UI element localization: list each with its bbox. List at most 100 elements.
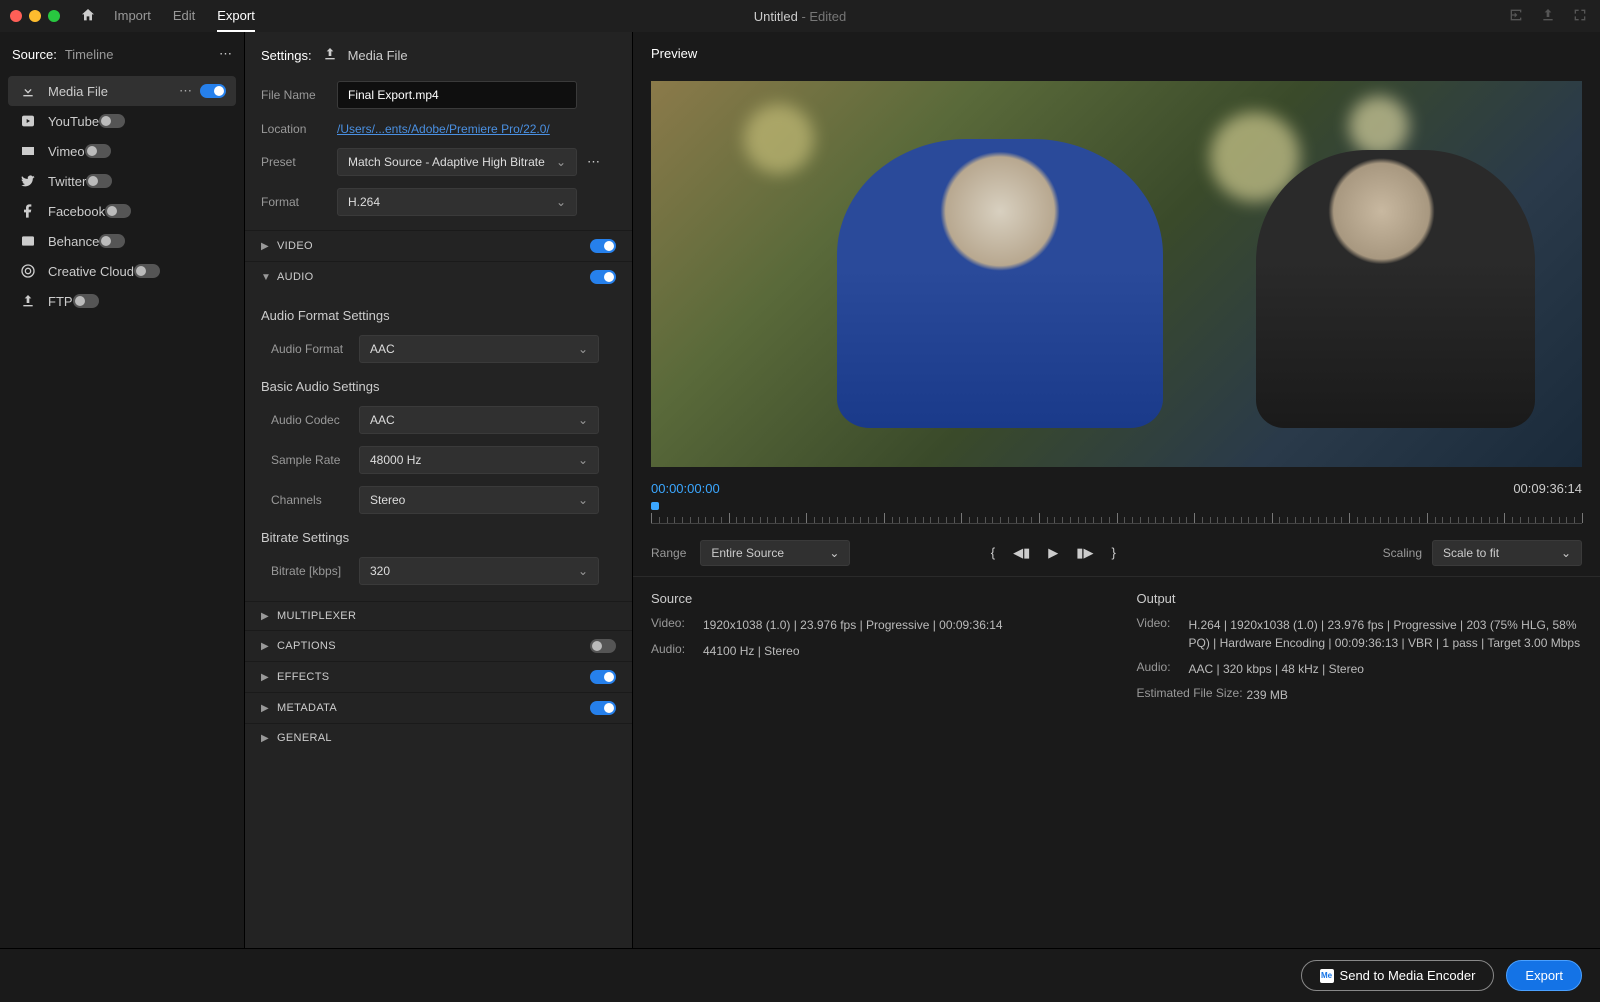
destination-toggle[interactable] [86,174,112,188]
destination-toggle[interactable] [85,144,111,158]
source-value[interactable]: Timeline [65,47,114,62]
estimated-size: 239 MB [1247,686,1583,704]
preview-header: Preview [633,32,1600,71]
chevron-right-icon: ▶ [261,641,277,652]
destination-toggle[interactable] [134,264,160,278]
source-video-info: 1920x1038 (1.0) | 23.976 fps | Progressi… [703,616,1097,634]
preview-video[interactable] [651,81,1582,467]
playhead[interactable] [651,502,659,510]
format-label: Format [261,195,337,209]
chevron-right-icon: ▶ [261,703,277,714]
chevron-down-icon: ⌄ [578,413,588,427]
nav-tab-export[interactable]: Export [217,1,255,32]
step-forward-icon[interactable]: ▮▶ [1076,545,1093,561]
chevron-right-icon: ▶ [261,733,277,744]
section-multiplexer[interactable]: ▶MULTIPLEXER [245,601,632,630]
destination-ftp[interactable]: FTP [8,286,236,316]
timecode-out[interactable]: 00:09:36:14 [1513,481,1582,496]
destination-toggle[interactable] [99,114,125,128]
chevron-down-icon: ⌄ [578,453,588,467]
destination-label: YouTube [48,114,99,129]
chevron-right-icon: ▶ [261,241,277,252]
titlebar: Import Edit Export Untitled - Edited [0,0,1600,32]
destination-label: Vimeo [48,144,85,159]
destination-label: Twitter [48,174,86,189]
video-toggle[interactable] [590,239,616,253]
sample-rate-dropdown[interactable]: 48000 Hz⌄ [359,446,599,474]
destination-youtube[interactable]: YouTube [8,106,236,136]
settings-crumb: Media File [348,48,408,63]
fullscreen-icon[interactable] [1572,7,1588,26]
destination-toggle[interactable] [200,84,226,98]
audio-format-label: Audio Format [271,342,359,356]
location-link[interactable]: /Users/...ents/Adobe/Premiere Pro/22.0/ [337,122,550,136]
audio-codec-dropdown[interactable]: AAC⌄ [359,406,599,434]
effects-toggle[interactable] [590,670,616,684]
step-back-icon[interactable]: ◀▮ [1013,545,1030,561]
window-controls [10,10,60,22]
destination-more-icon[interactable]: ⋯ [179,83,192,99]
chevron-down-icon: ⌄ [578,493,588,507]
format-dropdown[interactable]: H.264⌄ [337,188,577,216]
play-icon[interactable]: ▶ [1048,545,1058,561]
range-dropdown[interactable]: Entire Source⌄ [700,540,850,566]
section-audio[interactable]: ▼ AUDIO [245,261,632,292]
chevron-right-icon: ▶ [261,672,277,683]
destination-label: FTP [48,294,73,309]
chevron-down-icon: ⌄ [578,342,588,356]
bitrate-settings-title: Bitrate Settings [245,520,632,551]
destination-toggle[interactable] [105,204,131,218]
timeline-ruler[interactable] [651,506,1582,524]
destination-vimeo[interactable]: Vimeo [8,136,236,166]
bitrate-dropdown[interactable]: 320⌄ [359,557,599,585]
source-more-icon[interactable]: ⋯ [219,46,232,62]
metadata-toggle[interactable] [590,701,616,715]
destination-behance[interactable]: Behance [8,226,236,256]
section-metadata[interactable]: ▶METADATA [245,692,632,723]
channels-dropdown[interactable]: Stereo⌄ [359,486,599,514]
section-captions[interactable]: ▶CAPTIONS [245,630,632,661]
audio-toggle[interactable] [590,270,616,284]
mark-in-icon[interactable]: { [991,545,995,561]
destinations-panel: Source: Timeline ⋯ Media File⋯YouTubeVim… [0,32,245,948]
captions-toggle[interactable] [590,639,616,653]
filename-input[interactable] [337,81,577,109]
share-icon[interactable] [1540,7,1556,26]
output-info-title: Output [1137,591,1583,606]
output-audio-info: AAC | 320 kbps | 48 kHz | Stereo [1189,660,1583,678]
bitrate-label: Bitrate [kbps] [271,564,359,578]
destination-facebook[interactable]: Facebook [8,196,236,226]
nav-tab-edit[interactable]: Edit [173,1,195,32]
destination-label: Creative Cloud [48,264,134,279]
twitter-icon [18,173,38,189]
preset-dropdown[interactable]: Match Source - Adaptive High Bitrate⌄ [337,148,577,176]
destination-twitter[interactable]: Twitter [8,166,236,196]
maximize-window[interactable] [48,10,60,22]
destination-label: Facebook [48,204,105,219]
section-video[interactable]: ▶ VIDEO [245,230,632,261]
youtube-icon [18,113,38,129]
chevron-down-icon: ⌄ [578,564,588,578]
destination-label: Media File [48,84,108,99]
section-general[interactable]: ▶GENERAL [245,723,632,752]
home-icon[interactable] [80,7,96,26]
mark-out-icon[interactable]: } [1111,545,1115,561]
destination-media-file[interactable]: Media File ⋯ [8,76,236,106]
section-effects[interactable]: ▶EFFECTS [245,661,632,692]
scaling-dropdown[interactable]: Scale to fit⌄ [1432,540,1582,566]
preset-more-icon[interactable]: ⋯ [587,154,600,170]
export-icon [322,46,338,65]
preview-panel: Preview 00:00:00:00 00:09:36:14 Range En… [633,32,1600,948]
send-to-media-encoder-button[interactable]: MeSend to Media Encoder [1301,960,1495,991]
destination-toggle[interactable] [73,294,99,308]
minimize-window[interactable] [29,10,41,22]
destination-creative-cloud[interactable]: Creative Cloud [8,256,236,286]
nav-tab-import[interactable]: Import [114,1,151,32]
export-button[interactable]: Export [1506,960,1582,991]
quick-export-icon[interactable] [1508,7,1524,26]
timecode-in[interactable]: 00:00:00:00 [651,481,720,496]
destination-toggle[interactable] [99,234,125,248]
close-window[interactable] [10,10,22,22]
vimeo-icon [18,143,38,159]
audio-format-dropdown[interactable]: AAC⌄ [359,335,599,363]
